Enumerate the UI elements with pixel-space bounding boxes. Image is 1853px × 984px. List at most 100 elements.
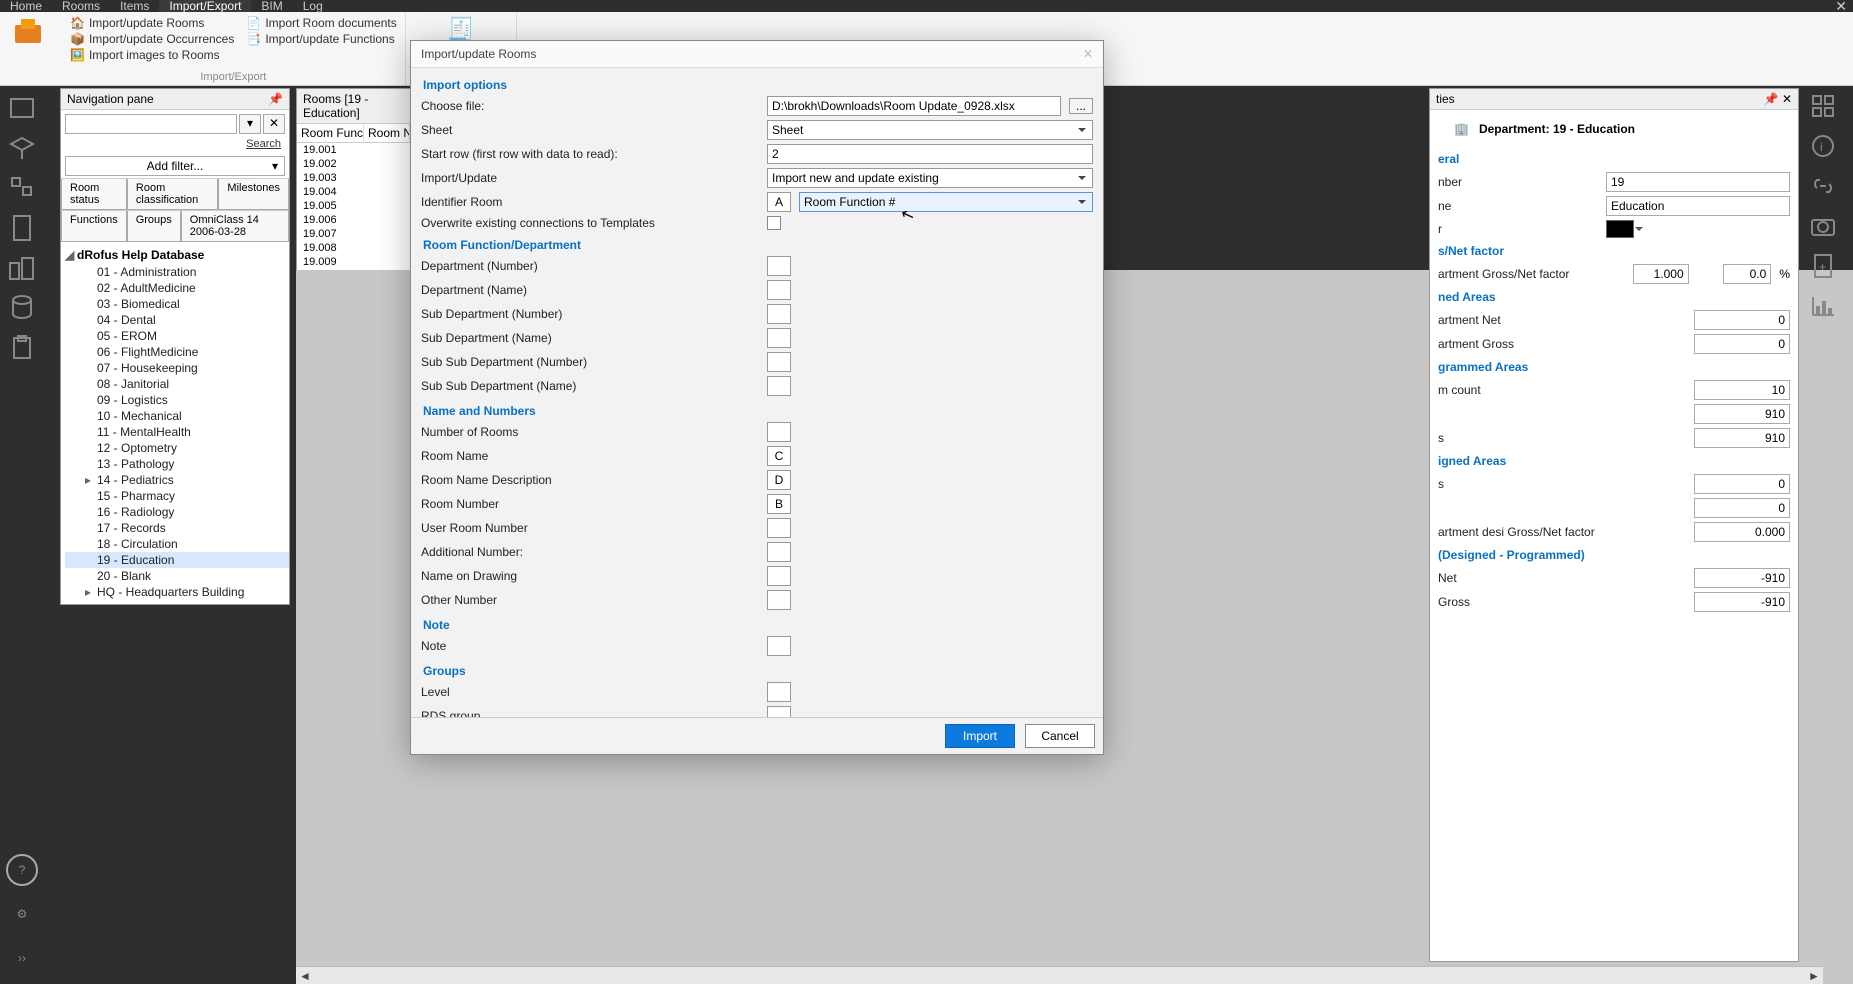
box-level[interactable] — [767, 682, 791, 702]
nav-pin-icon[interactable]: 📌 — [268, 92, 283, 106]
scroll-left-icon[interactable]: ◄ — [296, 969, 314, 983]
tree-item[interactable]: ▸HQ - Headquarters Building — [65, 584, 289, 600]
field-count[interactable]: 10 — [1694, 380, 1790, 400]
nav-search-clear[interactable]: ✕ — [263, 114, 285, 134]
rail-info-icon[interactable]: i — [1805, 128, 1841, 164]
box-subsub-name[interactable] — [767, 376, 791, 396]
box-subd-name[interactable] — [767, 328, 791, 348]
tree-item[interactable]: 20 - Blank — [65, 568, 289, 584]
tree-item[interactable]: 03 - Biomedical — [65, 296, 289, 312]
tab-omniclass[interactable]: OmniClass 14 2006-03-28 — [181, 211, 289, 242]
box-room-name[interactable]: C — [767, 446, 791, 466]
box-add-num[interactable] — [767, 542, 791, 562]
rail-cube-icon[interactable] — [4, 130, 40, 166]
field-dnet[interactable]: -910 — [1694, 568, 1790, 588]
input-start-row[interactable] — [767, 144, 1093, 164]
box-rds[interactable] — [767, 706, 791, 717]
room-row[interactable]: 19.003 — [297, 171, 410, 185]
props-pin-icon[interactable]: 📌 — [1764, 92, 1779, 106]
field-gn[interactable]: 1.000 — [1633, 264, 1689, 284]
field-dgross[interactable]: -910 — [1694, 592, 1790, 612]
box-note[interactable] — [767, 636, 791, 656]
cmd-import-update-rooms[interactable]: 🏠Import/update Rooms — [70, 16, 234, 30]
menu-items[interactable]: Items — [110, 0, 159, 12]
select-sheet[interactable]: Sheet — [767, 120, 1093, 140]
field-prog1[interactable]: 910 — [1694, 404, 1790, 424]
window-close-icon[interactable]: ✕ — [1835, 0, 1847, 15]
box-other-num[interactable] — [767, 590, 791, 610]
room-row[interactable]: 19.002 — [297, 157, 410, 171]
field-gn-pct[interactable]: 0.0 — [1723, 264, 1771, 284]
tree-item[interactable]: 07 - Housekeeping — [65, 360, 289, 376]
rail-grid-icon[interactable] — [1805, 88, 1841, 124]
rail-link-icon[interactable] — [1805, 168, 1841, 204]
tab-room-status[interactable]: Room status — [61, 179, 127, 210]
cmd-import-room-documents[interactable]: 📄Import Room documents — [246, 16, 396, 30]
rail-clipboard-icon[interactable] — [4, 330, 40, 366]
tree-item[interactable]: 15 - Pharmacy — [65, 488, 289, 504]
col-room-function[interactable]: Room Function # — [297, 124, 364, 142]
box-num-rooms[interactable] — [767, 422, 791, 442]
cmd-import-update-functions[interactable]: 📑Import/update Functions — [246, 32, 396, 46]
horizontal-scrollbar[interactable]: ◄ ► — [296, 966, 1823, 984]
tree-item[interactable]: 05 - EROM — [65, 328, 289, 344]
rail-view1-icon[interactable] — [4, 90, 40, 126]
nav-search-input[interactable] — [65, 114, 237, 134]
tree-item[interactable]: 18 - Circulation — [65, 536, 289, 552]
room-row[interactable]: 19.009 — [297, 255, 410, 269]
menu-home[interactable]: Home — [0, 0, 52, 12]
rail-cubes-icon[interactable] — [4, 170, 40, 206]
cancel-button[interactable]: Cancel — [1025, 724, 1095, 748]
field-color[interactable] — [1606, 220, 1634, 238]
tree-item[interactable]: 19 - Education — [65, 552, 289, 568]
room-row[interactable]: 19.007 — [297, 227, 410, 241]
tree-item[interactable]: 04 - Dental — [65, 312, 289, 328]
rail-db-icon[interactable] — [4, 290, 40, 326]
tab-room-classification[interactable]: Room classification — [127, 179, 219, 210]
room-row[interactable]: 19.001 — [297, 143, 410, 157]
tree-item[interactable]: 17 - Records — [65, 520, 289, 536]
box-dept-name[interactable] — [767, 280, 791, 300]
rail-file-icon[interactable] — [4, 210, 40, 246]
box-room-desc[interactable]: D — [767, 470, 791, 490]
select-import-update[interactable]: Import new and update existing — [767, 168, 1093, 188]
cmd-import-images[interactable]: 🖼️Import images to Rooms — [70, 48, 234, 62]
cmd-import-update-occurrences[interactable]: 📦Import/update Occurrences — [70, 32, 234, 46]
menu-rooms[interactable]: Rooms — [52, 0, 110, 12]
props-close-icon[interactable]: ✕ — [1782, 92, 1792, 106]
import-button[interactable]: Import — [945, 724, 1015, 748]
menu-import-export[interactable]: Import/Export — [159, 0, 251, 12]
room-row[interactable]: 19.004 — [297, 185, 410, 199]
tree-item[interactable]: 16 - Radiology — [65, 504, 289, 520]
settings-icon[interactable]: ⚙ — [6, 898, 38, 930]
room-row[interactable]: 19.006 — [297, 213, 410, 227]
menu-bim[interactable]: BIM — [251, 0, 292, 12]
tree-item[interactable]: 09 - Logistics — [65, 392, 289, 408]
select-identifier[interactable]: Room Function # — [799, 192, 1093, 212]
tab-groups[interactable]: Groups — [127, 211, 181, 242]
room-row[interactable]: 19.008 — [297, 241, 410, 255]
collapse-icon[interactable]: ›› — [6, 942, 38, 974]
room-row[interactable]: 19.005 — [297, 199, 410, 213]
nav-search-dropdown[interactable]: ▾ — [239, 114, 261, 134]
box-name-draw[interactable] — [767, 566, 791, 586]
box-room-num[interactable]: B — [767, 494, 791, 514]
identifier-col[interactable]: A — [767, 192, 791, 212]
app-logo-icon[interactable] — [8, 14, 48, 50]
field-des2[interactable]: 0 — [1694, 498, 1790, 518]
dialog-close-icon[interactable]: ✕ — [1083, 47, 1093, 61]
rail-buildings-icon[interactable] — [4, 250, 40, 286]
tree-item[interactable]: 02 - AdultMedicine — [65, 280, 289, 296]
tree-item[interactable]: 06 - FlightMedicine — [65, 344, 289, 360]
input-choose-file[interactable] — [767, 96, 1061, 116]
menu-log[interactable]: Log — [293, 0, 333, 12]
field-gross[interactable]: 0 — [1694, 334, 1790, 354]
field-name[interactable]: Education — [1606, 196, 1790, 216]
box-dept-num[interactable] — [767, 256, 791, 276]
field-desgn[interactable]: 0.000 — [1694, 522, 1790, 542]
tree-item[interactable]: 11 - MentalHealth — [65, 424, 289, 440]
tree-item[interactable]: 08 - Janitorial — [65, 376, 289, 392]
col-room-name[interactable]: Room N — [364, 124, 410, 142]
check-overwrite[interactable] — [767, 216, 781, 230]
box-user-room[interactable] — [767, 518, 791, 538]
